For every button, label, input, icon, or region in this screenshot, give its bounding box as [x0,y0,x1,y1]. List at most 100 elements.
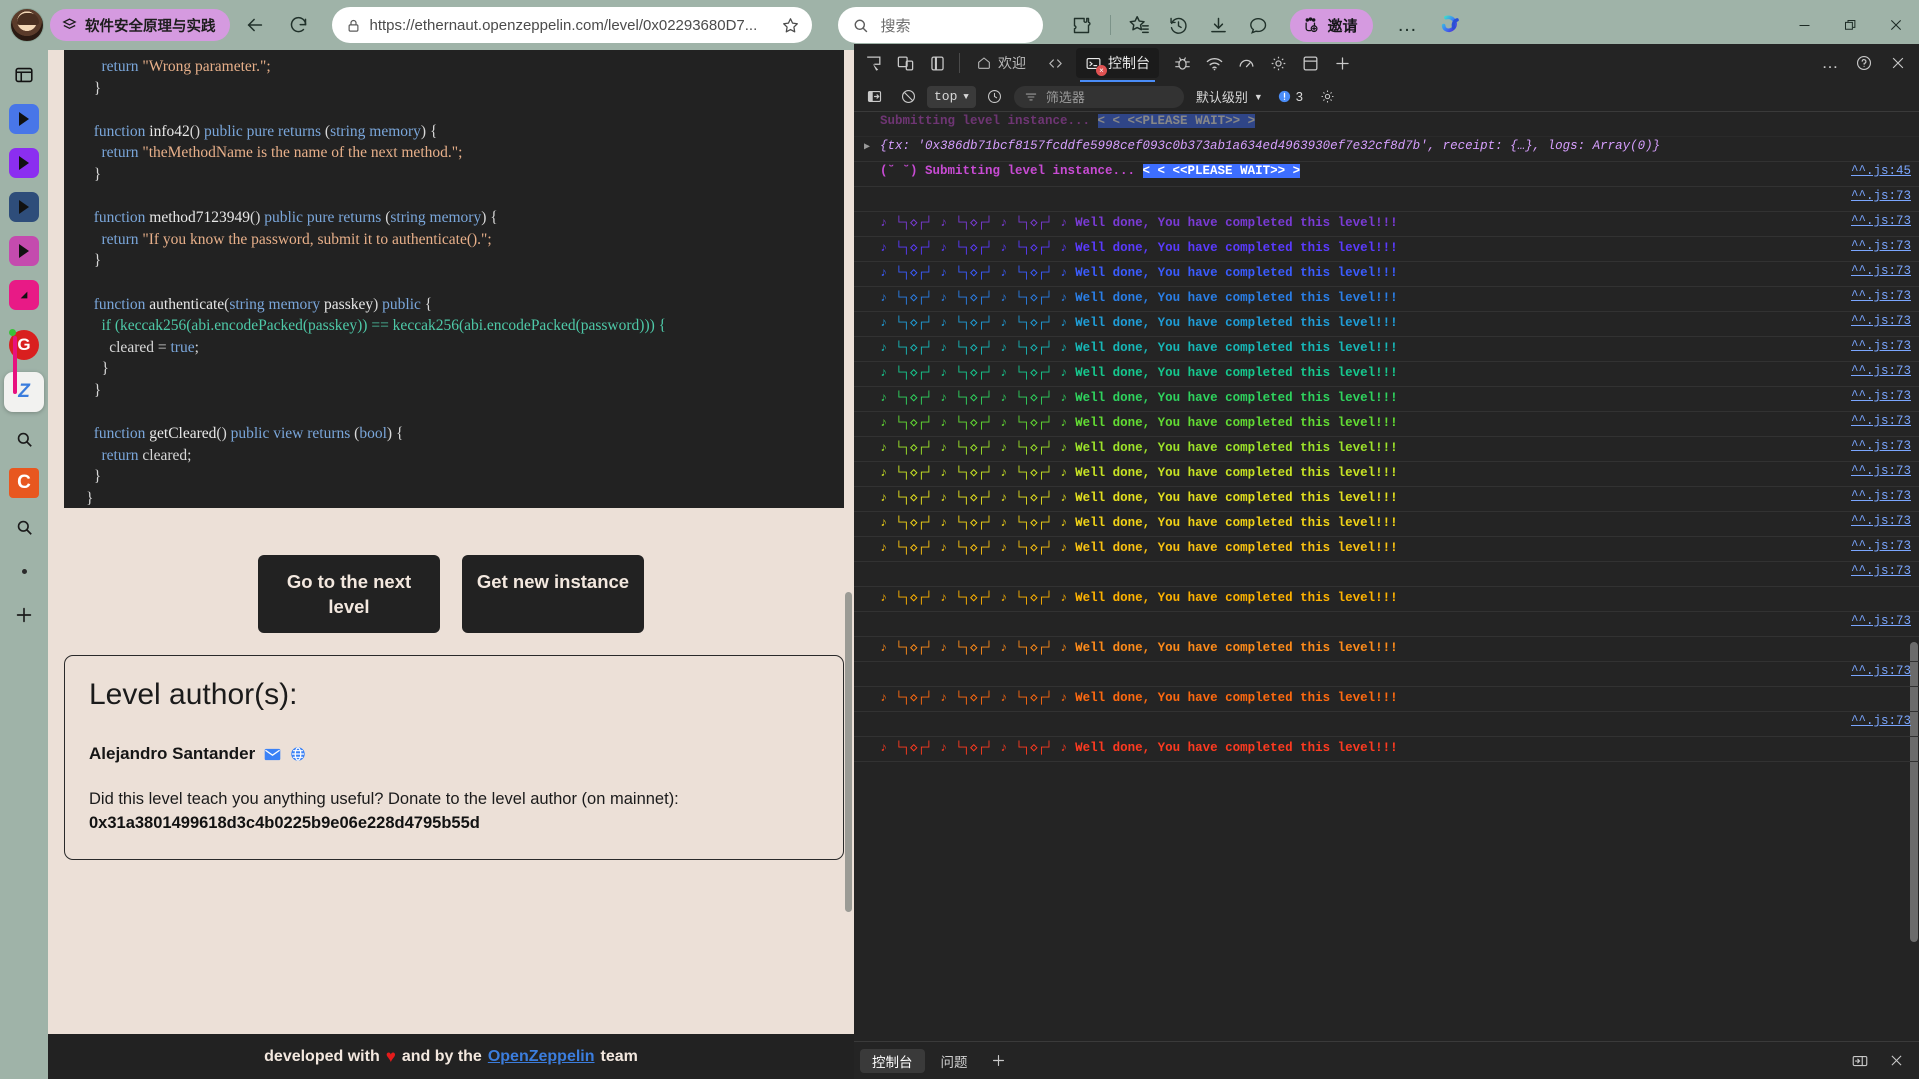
console-source-link[interactable]: ^^.js:73 [1851,539,1911,553]
console-row[interactable]: ♪ └┐◇┌┘ ♪ └┐◇┌┘ ♪ └┐◇┌┘ ♪ Well done, You… [854,587,1919,612]
console-source-link[interactable]: ^^.js:73 [1851,264,1911,278]
console-source-link[interactable]: ^^.js:73 [1851,289,1911,303]
player-pink-icon[interactable] [7,278,41,312]
back-button[interactable] [236,6,274,44]
dock-icon[interactable] [1845,1046,1875,1076]
chat-icon[interactable] [1240,6,1278,44]
inspect-icon[interactable] [858,48,888,78]
search-secondary-icon[interactable] [7,510,41,544]
console-row[interactable]: ♪ └┐◇┌┘ ♪ └┐◇┌┘ ♪ └┐◇┌┘ ♪ Well done, You… [854,637,1919,662]
console-row[interactable]: ♪ └┐◇┌┘ ♪ └┐◇┌┘ ♪ └┐◇┌┘ ♪ Well done, You… [854,462,1919,487]
player-navy-icon[interactable] [7,190,41,224]
c-app-icon[interactable]: C [7,466,41,500]
console-source-link[interactable]: ^^.js:73 [1851,314,1911,328]
page-scrollbar[interactable] [845,592,852,912]
console-source-link[interactable]: ^^.js:73 [1851,714,1911,728]
console-source-link[interactable]: ^^.js:45 [1851,164,1911,178]
settings-gear-icon[interactable] [1263,48,1293,78]
console-source-link[interactable]: ^^.js:73 [1851,664,1911,678]
console-row[interactable]: (˘ ˘) Submitting level instance... < < <… [854,162,1919,187]
console-row[interactable]: ♪ └┐◇┌┘ ♪ └┐◇┌┘ ♪ └┐◇┌┘ ♪ Well done, You… [854,262,1919,287]
devtools-more-button[interactable]: … [1815,48,1845,78]
console-source-link[interactable]: ^^.js:73 [1851,414,1911,428]
console-row[interactable]: ^^.js:73 [854,612,1919,637]
copilot-icon[interactable] [1433,6,1471,44]
help-icon[interactable] [1849,48,1879,78]
minimize-button[interactable] [1781,0,1827,50]
live-expression-icon[interactable] [980,82,1010,112]
console-source-link[interactable]: ^^.js:73 [1851,439,1911,453]
console-source-link[interactable]: ^^.js:73 [1851,189,1911,203]
zotero-icon[interactable]: Z [4,372,44,412]
console-source-link[interactable]: ^^.js:73 [1851,214,1911,228]
avatar[interactable] [10,8,44,42]
reload-button[interactable] [280,6,318,44]
copilot-puzzle-icon[interactable] [1063,6,1101,44]
downloads-icon[interactable] [1200,6,1238,44]
warning-count[interactable]: 3 [1277,89,1303,104]
debugger-icon[interactable] [1167,48,1197,78]
console-row[interactable]: ▶ {tx: '0x386db71bcf8157fcddfe5998cef093c… [854,137,1919,162]
get-new-instance-button[interactable]: Get new instance [462,555,644,633]
add-icon[interactable] [7,598,41,632]
console-source-link[interactable]: ^^.js:73 [1851,464,1911,478]
console-source-link[interactable]: ^^.js:73 [1851,339,1911,353]
clear-console-icon[interactable] [893,82,923,112]
search-box[interactable]: 搜索 [837,7,1043,43]
tab-welcome[interactable]: 欢迎 [967,48,1035,78]
console-row[interactable]: ♪ └┐◇┌┘ ♪ └┐◇┌┘ ♪ └┐◇┌┘ ♪ Well done, You… [854,237,1919,262]
globe-icon[interactable] [290,746,306,762]
network-icon[interactable] [1199,48,1229,78]
envelope-icon[interactable] [264,748,281,761]
console-row[interactable]: Submitting level instance... < < <<PLEAS… [854,112,1919,137]
console-row[interactable]: ♪ └┐◇┌┘ ♪ └┐◇┌┘ ♪ └┐◇┌┘ ♪ Well done, You… [854,437,1919,462]
console-sidebar-icon[interactable] [859,82,889,112]
go-next-level-button[interactable]: Go to the next level [258,555,440,633]
openzeppelin-link[interactable]: OpenZeppelin [488,1048,595,1066]
close-drawer-icon[interactable] [1881,1046,1911,1076]
console-source-link[interactable]: ^^.js:73 [1851,614,1911,628]
expand-arrow-icon[interactable]: ▶ [864,141,870,153]
console-row[interactable]: ♪ └┐◇┌┘ ♪ └┐◇┌┘ ♪ └┐◇┌┘ ♪ Well done, You… [854,212,1919,237]
console-source-link[interactable]: ^^.js:73 [1851,489,1911,503]
console-row[interactable]: ♪ └┐◇┌┘ ♪ └┐◇┌┘ ♪ └┐◇┌┘ ♪ Well done, You… [854,287,1919,312]
panel-layout-icon[interactable] [922,48,952,78]
console-row[interactable]: ^^.js:73 [854,562,1919,587]
console-source-link[interactable]: ^^.js:73 [1851,364,1911,378]
log-level-selector[interactable]: 默认级别 ▼ [1196,87,1263,106]
star-icon[interactable] [781,16,800,35]
performance-icon[interactable] [1231,48,1261,78]
console-row[interactable]: ♪ └┐◇┌┘ ♪ └┐◇┌┘ ♪ └┐◇┌┘ ♪ Well done, You… [854,512,1919,537]
console-row[interactable]: ♪ └┐◇┌┘ ♪ └┐◇┌┘ ♪ └┐◇┌┘ ♪ Well done, You… [854,362,1919,387]
drawer-add-tab-icon[interactable] [984,1046,1014,1076]
console-row[interactable]: ♪ └┐◇┌┘ ♪ └┐◇┌┘ ♪ └┐◇┌┘ ♪ Well done, You… [854,312,1919,337]
dot-icon[interactable] [7,554,41,588]
drawer-tab-issues[interactable]: 问题 [929,1049,980,1073]
console-row[interactable]: ♪ └┐◇┌┘ ♪ └┐◇┌┘ ♪ └┐◇┌┘ ♪ Well done, You… [854,337,1919,362]
split-screen-icon[interactable] [7,58,41,92]
console-source-link[interactable]: ^^.js:73 [1851,564,1911,578]
restore-button[interactable] [1827,0,1873,50]
player-blue-icon[interactable] [7,102,41,136]
console-row[interactable]: ^^.js:73 [854,187,1919,212]
close-icon[interactable] [1883,48,1913,78]
address-bar[interactable]: https://ethernaut.openzeppelin.com/level… [331,7,812,43]
device-toolbar-icon[interactable] [890,48,920,78]
player-magenta-icon[interactable] [7,234,41,268]
console-source-link[interactable]: ^^.js:73 [1851,514,1911,528]
favorites-icon[interactable] [1120,6,1158,44]
console-row[interactable]: ♪ └┐◇┌┘ ♪ └┐◇┌┘ ♪ └┐◇┌┘ ♪ Well done, You… [854,687,1919,712]
console-settings-icon[interactable] [1313,82,1343,112]
filter-input[interactable]: 筛选器 [1013,85,1184,108]
console-row[interactable]: ♪ └┐◇┌┘ ♪ └┐◇┌┘ ♪ └┐◇┌┘ ♪ Well done, You… [854,487,1919,512]
console-row[interactable]: ♪ └┐◇┌┘ ♪ └┐◇┌┘ ♪ └┐◇┌┘ ♪ Well done, You… [854,537,1919,562]
close-button[interactable] [1873,0,1919,50]
console-source-link[interactable]: ^^.js:73 [1851,239,1911,253]
console-row[interactable]: ♪ └┐◇┌┘ ♪ └┐◇┌┘ ♪ └┐◇┌┘ ♪ Well done, You… [854,737,1919,762]
application-icon[interactable] [1295,48,1325,78]
tab-console[interactable]: × 控制台 [1076,48,1159,82]
history-icon[interactable] [1160,6,1198,44]
add-tab-icon[interactable] [1327,48,1357,78]
player-purple-icon[interactable] [7,146,41,180]
console-source-link[interactable]: ^^.js:73 [1851,389,1911,403]
